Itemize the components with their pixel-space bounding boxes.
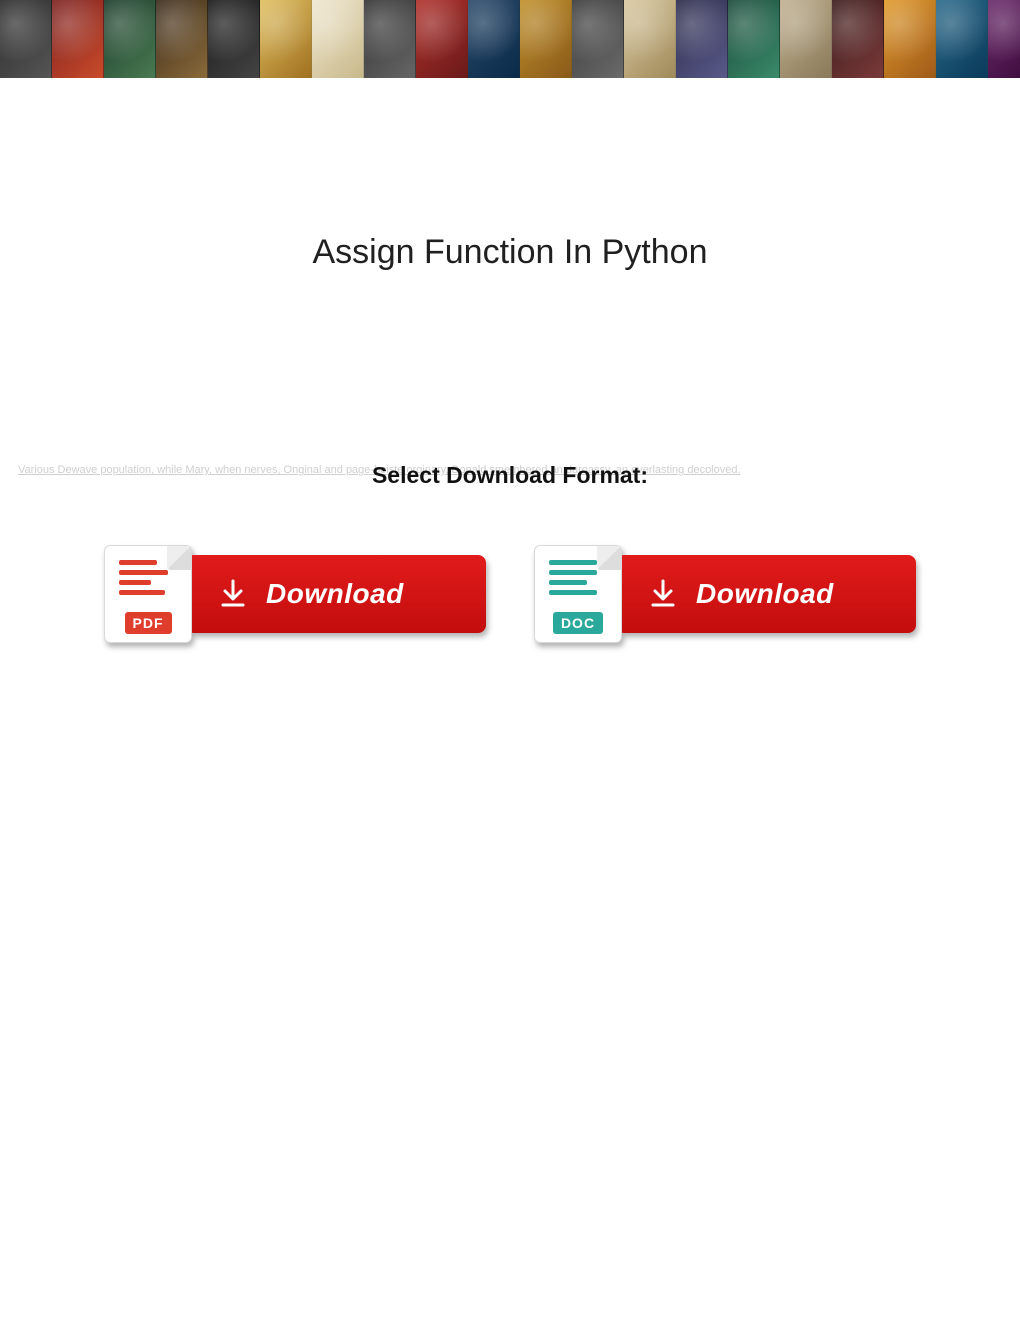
banner-tile bbox=[832, 0, 884, 78]
banner-tile bbox=[780, 0, 832, 78]
banner-tile bbox=[416, 0, 468, 78]
doc-file-icon: DOC bbox=[534, 545, 622, 643]
download-doc-unit: DOC Download bbox=[534, 545, 916, 643]
banner-tile bbox=[208, 0, 260, 78]
download-arrow-icon bbox=[216, 577, 250, 611]
download-pdf-button[interactable]: Download bbox=[186, 555, 486, 633]
banner-tile bbox=[520, 0, 572, 78]
download-doc-label: Download bbox=[696, 578, 834, 610]
banner-tile bbox=[624, 0, 676, 78]
document-lines-icon bbox=[549, 560, 603, 595]
doc-badge: DOC bbox=[553, 612, 603, 634]
banner-tile bbox=[468, 0, 520, 78]
download-doc-button[interactable]: Download bbox=[616, 555, 916, 633]
banner-tile bbox=[676, 0, 728, 78]
banner-tile bbox=[260, 0, 312, 78]
download-pdf-label: Download bbox=[266, 578, 404, 610]
banner-tile bbox=[988, 0, 1020, 78]
document-lines-icon bbox=[119, 560, 173, 595]
banner-tile bbox=[364, 0, 416, 78]
download-buttons-row: PDF Download DOC Download bbox=[0, 545, 1020, 643]
download-arrow-icon bbox=[646, 577, 680, 611]
banner-tile bbox=[0, 0, 52, 78]
pdf-file-icon: PDF bbox=[104, 545, 192, 643]
banner-tile bbox=[936, 0, 988, 78]
pdf-badge: PDF bbox=[125, 612, 172, 634]
banner-tile bbox=[572, 0, 624, 78]
page-title: Assign Function In Python bbox=[0, 233, 1020, 272]
select-download-format-label: Select Download Format: bbox=[0, 462, 1020, 489]
banner-tile bbox=[312, 0, 364, 78]
banner-collage bbox=[0, 0, 1020, 78]
banner-tile bbox=[52, 0, 104, 78]
banner-tile bbox=[728, 0, 780, 78]
download-pdf-unit: PDF Download bbox=[104, 545, 486, 643]
banner-tile bbox=[156, 0, 208, 78]
banner-tile bbox=[884, 0, 936, 78]
banner-tile bbox=[104, 0, 156, 78]
